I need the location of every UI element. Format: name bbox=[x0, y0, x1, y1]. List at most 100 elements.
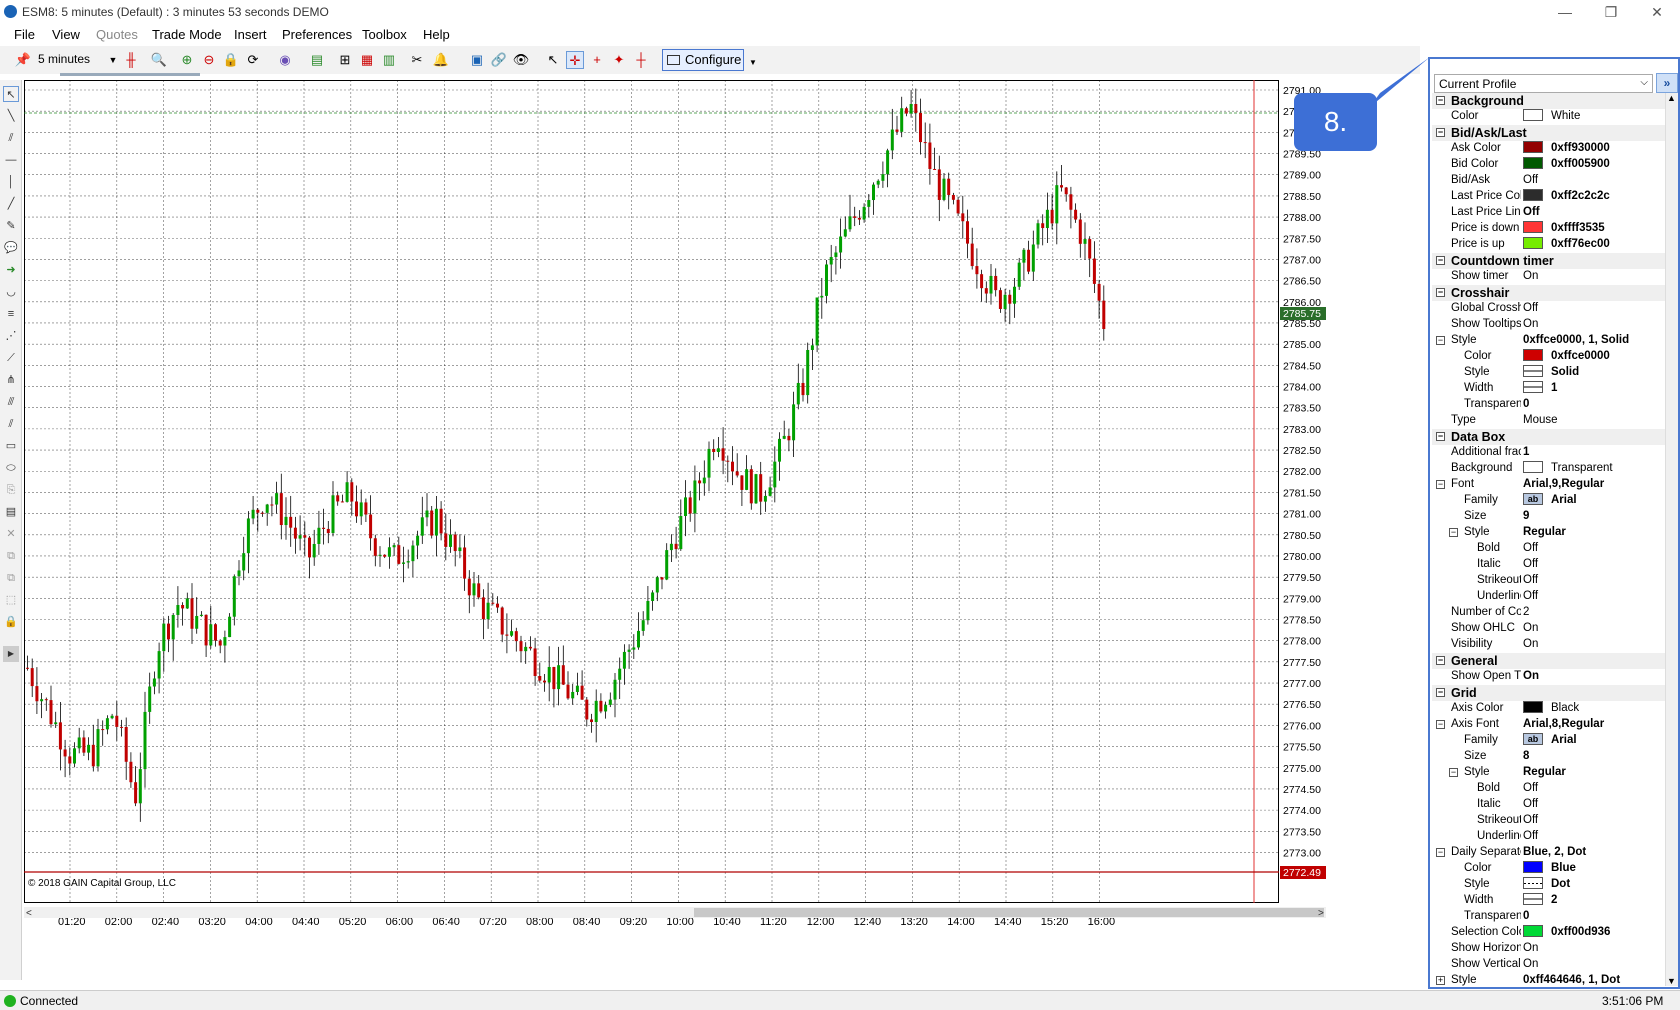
crosshair-icon[interactable]: ✛ bbox=[566, 51, 584, 69]
property-row[interactable]: Price is down 0xffff3535 bbox=[1432, 220, 1665, 237]
property-row[interactable]: Style Dot bbox=[1432, 876, 1665, 893]
property-row[interactable]: Last Price Colo 0xff2c2c2c bbox=[1432, 188, 1665, 205]
property-category[interactable]: − Countdown timer bbox=[1432, 253, 1665, 269]
send-back-icon[interactable]: ⧉ bbox=[3, 570, 19, 586]
lock-icon[interactable]: 🔒 bbox=[222, 51, 240, 69]
property-row[interactable]: − Font Arial,9,Regular bbox=[1432, 477, 1665, 493]
line-icon[interactable]: ╲ bbox=[3, 108, 19, 124]
studies-icon[interactable]: ▤ bbox=[308, 51, 326, 69]
property-value[interactable]: Arial,8,Regular bbox=[1523, 718, 1604, 730]
note-icon[interactable]: ✎ bbox=[3, 218, 19, 234]
collapse-icon[interactable]: − bbox=[1449, 528, 1458, 537]
collapse-icon[interactable]: − bbox=[1436, 480, 1445, 489]
property-row[interactable]: UnderlineOff bbox=[1432, 589, 1665, 605]
vertical-line-icon[interactable]: │ bbox=[3, 174, 19, 190]
scrollbar-thumb[interactable] bbox=[694, 908, 1324, 917]
scroll-up-icon[interactable]: ▲ bbox=[1667, 93, 1676, 103]
restore-button[interactable]: ❐ bbox=[1588, 2, 1634, 22]
property-value[interactable]: 0 bbox=[1523, 398, 1529, 410]
eye-icon[interactable]: 👁 bbox=[512, 51, 530, 69]
property-row[interactable]: Bold Off bbox=[1432, 541, 1665, 557]
property-value[interactable]: On bbox=[1523, 958, 1538, 970]
alert-icon[interactable]: 🔔 bbox=[432, 51, 450, 69]
parallel-icon[interactable]: ⫽ bbox=[3, 416, 19, 432]
property-row[interactable]: Size 9 bbox=[1432, 509, 1665, 525]
property-value[interactable]: Off bbox=[1523, 302, 1538, 314]
property-row[interactable]: − Axis Font Arial,8,Regular bbox=[1432, 717, 1665, 733]
property-row[interactable]: + Style 0xff464646, 1, Dot bbox=[1432, 973, 1665, 986]
property-row[interactable]: Width 1 bbox=[1432, 380, 1665, 397]
property-value[interactable]: 1 bbox=[1523, 380, 1557, 394]
property-value[interactable]: Regular bbox=[1523, 526, 1566, 538]
pin-icon[interactable]: 📌 bbox=[14, 51, 32, 69]
zoom-in-icon[interactable]: ⊕ bbox=[178, 51, 196, 69]
property-value[interactable]: 0xffce0000 bbox=[1523, 348, 1610, 362]
chevron-down-icon[interactable]: ▼ bbox=[104, 51, 122, 69]
template-icon[interactable]: ▤ bbox=[3, 504, 19, 520]
property-value[interactable]: Off bbox=[1523, 174, 1538, 186]
property-value[interactable]: Blue, 2, Dot bbox=[1523, 846, 1586, 858]
property-value[interactable]: 1 bbox=[1523, 446, 1529, 458]
property-value[interactable]: Off bbox=[1523, 782, 1538, 794]
property-value[interactable]: 8 bbox=[1523, 750, 1529, 762]
property-row[interactable]: Italic Off bbox=[1432, 797, 1665, 813]
scroll-left-icon[interactable]: < bbox=[26, 908, 32, 919]
property-row[interactable]: Bold Off bbox=[1432, 781, 1665, 797]
property-value[interactable]: ab Arial bbox=[1523, 732, 1577, 746]
property-row[interactable]: Show Open Tir On bbox=[1432, 669, 1665, 685]
property-value[interactable]: On bbox=[1523, 270, 1538, 282]
property-row[interactable]: Color Blue bbox=[1432, 860, 1665, 877]
collapse-icon[interactable]: − bbox=[1436, 656, 1445, 665]
minimize-button[interactable]: — bbox=[1542, 2, 1588, 22]
property-value[interactable]: Off bbox=[1523, 830, 1538, 842]
crosshair-thin-icon[interactable]: + bbox=[588, 51, 606, 69]
bring-front-icon[interactable]: ⧉ bbox=[3, 548, 19, 564]
property-row[interactable]: Color White bbox=[1432, 108, 1665, 125]
crosshair-full-icon[interactable]: ┼ bbox=[632, 51, 650, 69]
pitchfork-icon[interactable]: ⋔ bbox=[3, 372, 19, 388]
property-row[interactable]: Show OHLC On bbox=[1432, 621, 1665, 637]
interval-select[interactable]: 5 minutes bbox=[38, 52, 90, 66]
property-value[interactable]: Off bbox=[1523, 798, 1538, 810]
arrow-icon[interactable]: ➜ bbox=[3, 262, 19, 278]
pointer-icon[interactable]: ↖ bbox=[3, 86, 19, 102]
property-value[interactable]: On bbox=[1523, 622, 1538, 634]
collapse-icon[interactable]: − bbox=[1436, 336, 1445, 345]
bar-type-icon[interactable]: ╫ bbox=[122, 51, 140, 69]
zoom-out-icon[interactable]: ⊖ bbox=[200, 51, 218, 69]
delete-icon[interactable]: ✕ bbox=[3, 526, 19, 542]
property-value[interactable]: Mouse bbox=[1523, 414, 1558, 426]
property-row[interactable]: Transparenc0 bbox=[1432, 909, 1665, 925]
property-row[interactable]: Number of Colu2 bbox=[1432, 605, 1665, 621]
property-value[interactable]: ab Arial bbox=[1523, 492, 1577, 506]
lock-icon[interactable]: 🔒 bbox=[3, 614, 19, 630]
property-value[interactable]: 0xff00d936 bbox=[1523, 924, 1610, 938]
panel-scrollbar[interactable]: ▲ ▼ bbox=[1665, 93, 1678, 986]
property-value[interactable]: 0xff76ec00 bbox=[1523, 236, 1610, 250]
property-row[interactable]: − Style 0xffce0000, 1, Solid bbox=[1432, 333, 1665, 349]
collapse-icon[interactable]: − bbox=[1436, 96, 1445, 105]
property-row[interactable]: Color 0xffce0000 bbox=[1432, 348, 1665, 365]
property-category[interactable]: − Crosshair bbox=[1432, 285, 1665, 301]
zoom-icon[interactable]: 🔍 bbox=[150, 51, 168, 69]
property-value[interactable]: 2 bbox=[1523, 892, 1557, 906]
expand-icon[interactable]: + bbox=[1436, 976, 1445, 985]
property-row[interactable]: Width 2 bbox=[1432, 892, 1665, 909]
property-row[interactable]: Show Horizont On bbox=[1432, 941, 1665, 957]
property-row[interactable]: Additional fract 1 bbox=[1432, 445, 1665, 461]
property-value[interactable]: Solid bbox=[1523, 364, 1579, 378]
collapse-icon[interactable]: − bbox=[1436, 432, 1445, 441]
scroll-right-icon[interactable]: > bbox=[1318, 908, 1324, 919]
profile-select[interactable]: Current Profile ⌵ bbox=[1434, 74, 1653, 93]
expand-icon[interactable]: ▶ bbox=[3, 646, 19, 662]
property-row[interactable]: Show timer On bbox=[1432, 269, 1665, 285]
property-row[interactable]: Bid Color 0xff005900 bbox=[1432, 156, 1665, 173]
select-icon[interactable]: ⬚ bbox=[3, 592, 19, 608]
property-row[interactable]: Family ab Arial bbox=[1432, 732, 1665, 749]
property-row[interactable]: Strikeout Off bbox=[1432, 573, 1665, 589]
collapse-icon[interactable]: − bbox=[1436, 288, 1445, 297]
arc-icon[interactable]: ◡ bbox=[3, 284, 19, 300]
fib-fan-icon[interactable]: ⋰ bbox=[3, 328, 19, 344]
close-button[interactable]: ✕ bbox=[1634, 2, 1680, 22]
property-value[interactable]: Transparent bbox=[1523, 460, 1613, 474]
